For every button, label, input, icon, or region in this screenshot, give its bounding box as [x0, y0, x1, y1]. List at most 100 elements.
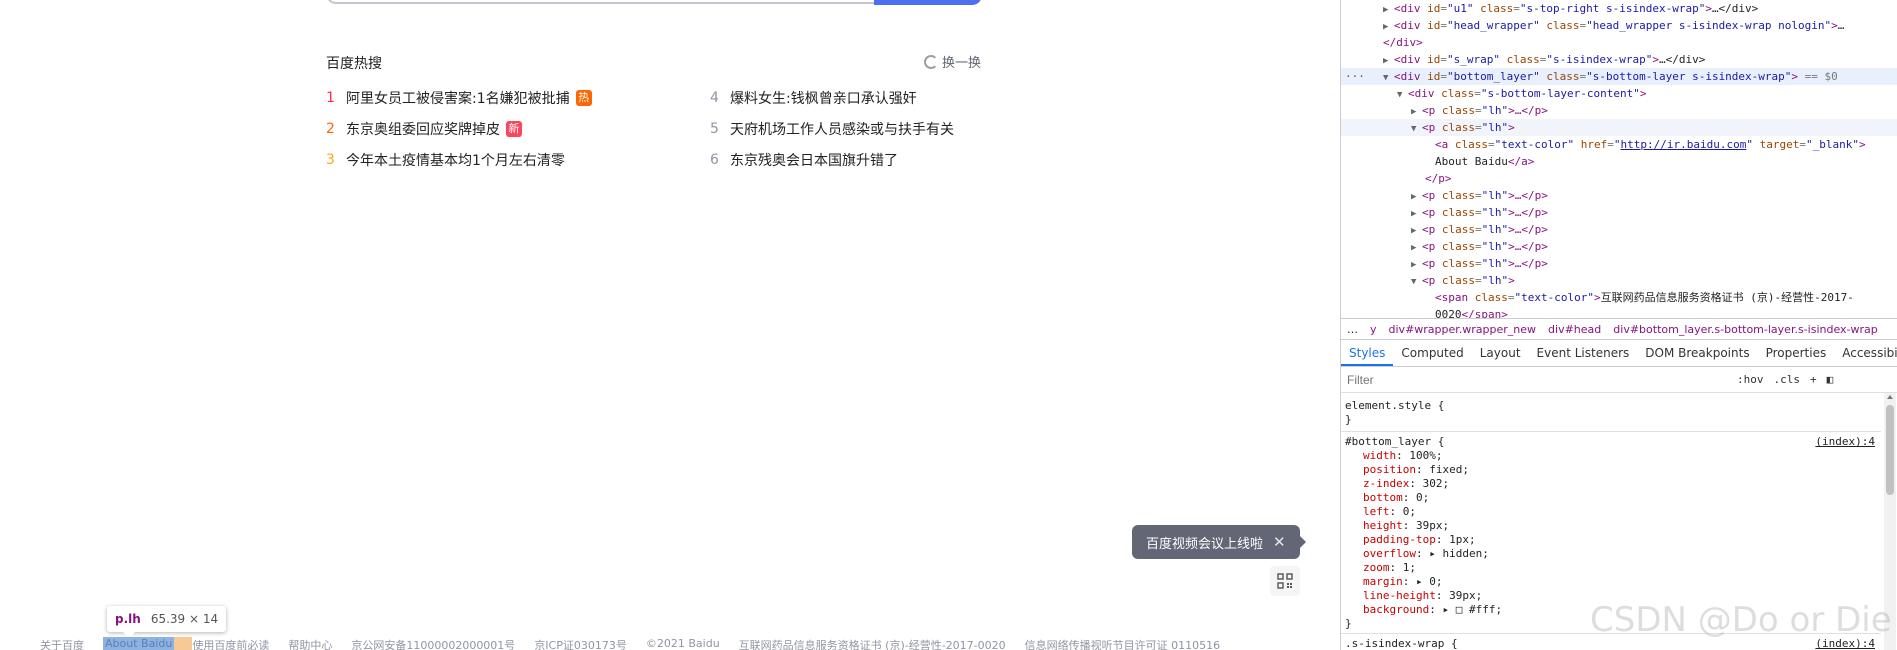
- search-button[interactable]: [874, 0, 982, 5]
- css-property[interactable]: bottom: 0;: [1363, 491, 1429, 505]
- devtools-panel: ▶ <div id="u1" class="s-top-right s-isind…: [1340, 0, 1897, 650]
- styles-pane: element.style { } #bottom_layer { (index…: [1341, 393, 1881, 650]
- sidebar-toggle-icon[interactable]: ◧: [1827, 373, 1834, 386]
- footer-link[interactable]: 帮助中心: [288, 637, 332, 650]
- dom-node[interactable]: <span class="text-color">互联网药品信息服务资格证书 (…: [1341, 289, 1897, 306]
- hot-item-index: 5: [710, 121, 719, 137]
- tab-computed[interactable]: Computed: [1393, 346, 1471, 366]
- footer-link[interactable]: 关于百度: [40, 637, 84, 650]
- tab-event-listeners[interactable]: Event Listeners: [1529, 346, 1638, 366]
- hot-item[interactable]: 4 爆料女生:钱枫曾亲口承认强奸: [710, 88, 917, 108]
- rule-source-link[interactable]: (index):4: [1815, 637, 1875, 650]
- dom-node[interactable]: ▶ <p class="lh">…</p>: [1341, 238, 1897, 255]
- tab-accessibility[interactable]: Accessibility: [1834, 346, 1897, 366]
- css-property[interactable]: height: 39px;: [1363, 519, 1449, 533]
- rule-source-link[interactable]: (index):4: [1815, 435, 1875, 448]
- dom-node[interactable]: <a class="text-color" href="http://ir.ba…: [1341, 136, 1897, 153]
- dom-node[interactable]: ▶ <div id="s_wrap" class="s-isindex-wrap"…: [1341, 51, 1897, 68]
- cls-toggle[interactable]: .cls: [1774, 373, 1801, 386]
- rule-close: }: [1345, 413, 1352, 426]
- dom-node[interactable]: ▶ <div id="u1" class="s-top-right s-isind…: [1341, 0, 1897, 17]
- rule-close: }: [1345, 617, 1352, 630]
- styles-filter-bar: :hov .cls + ◧: [1341, 367, 1897, 393]
- element-style-selector[interactable]: element.style {: [1345, 399, 1444, 413]
- dom-node[interactable]: ▶ <p class="lh">…</p>: [1341, 255, 1897, 272]
- scroll-thumb[interactable]: [1886, 405, 1894, 495]
- dom-node-selected[interactable]: ··· ▼ <div id="bottom_layer" class="s-bot…: [1341, 68, 1897, 85]
- baidu-page: 百度热搜 换一换 1 阿里女员工被侵害案:1名嫌犯被批捕 热 2 东京奥组委回应…: [0, 0, 1340, 650]
- new-rule-icon[interactable]: +: [1810, 373, 1817, 386]
- hot-item-index: 3: [326, 152, 335, 168]
- footer-link[interactable]: 京ICP证030173号: [534, 637, 627, 650]
- dom-node-close: </div>: [1383, 36, 1423, 49]
- hot-item[interactable]: 2 东京奥组委回应奖牌掉皮 新: [326, 119, 522, 139]
- dom-text: 0020</span>: [1435, 308, 1508, 318]
- footer-link[interactable]: 使用百度前必读: [192, 637, 269, 650]
- css-property[interactable]: width: 100%;: [1363, 449, 1443, 463]
- dom-node[interactable]: ▶ <div id="head_wrapper" class="head_wrap…: [1341, 17, 1897, 34]
- tab-layout[interactable]: Layout: [1472, 346, 1529, 366]
- breadcrumb-item[interactable]: div#head: [1542, 323, 1607, 336]
- hot-badge: 热: [575, 90, 592, 106]
- styles-filter-input[interactable]: [1347, 372, 1737, 387]
- hot-item-index: 2: [326, 121, 335, 137]
- dom-node[interactable]: ▶ <p class="lh">…</p>: [1341, 102, 1897, 119]
- styles-tabbar: Styles Computed Layout Event Listeners D…: [1341, 340, 1897, 367]
- footer-link[interactable]: 信息网络传播视听节目许可证 0110516: [1025, 637, 1221, 650]
- href-link[interactable]: http://ir.baidu.com: [1620, 138, 1746, 151]
- hot-item-text: 东京奥组委回应奖牌掉皮: [346, 122, 500, 138]
- hot-item-text: 天府机场工作人员感染或与扶手有关: [730, 122, 954, 138]
- tab-properties[interactable]: Properties: [1758, 346, 1835, 366]
- hot-item-text: 爆料女生:钱枫曾亲口承认强奸: [730, 91, 917, 107]
- css-property[interactable]: position: fixed;: [1363, 463, 1469, 477]
- dom-node[interactable]: ▼ <div class="s-bottom-layer-content">: [1341, 85, 1897, 102]
- css-property[interactable]: line-height: 39px;: [1363, 589, 1482, 603]
- footer-link-highlighted[interactable]: About Baidu: [103, 637, 175, 650]
- refresh-button[interactable]: 换一换: [924, 52, 981, 71]
- dom-node-close: </p>: [1425, 172, 1452, 185]
- hot-item-text: 今年本土疫情基本均1个月左右清零: [346, 153, 565, 169]
- dom-node[interactable]: ▶ <p class="lh">…</p>: [1341, 204, 1897, 221]
- elements-tree: ▶ <div id="u1" class="s-top-right s-isind…: [1341, 0, 1897, 318]
- hot-item-text: 东京残奥会日本国旗升错了: [730, 153, 898, 169]
- rule-selector[interactable]: #bottom_layer {: [1345, 435, 1444, 449]
- css-property[interactable]: padding-top: 1px;: [1363, 533, 1476, 547]
- css-property[interactable]: background: ▸ □ #fff;: [1363, 603, 1502, 617]
- qr-code-icon: [1277, 573, 1293, 589]
- hot-item[interactable]: 5 天府机场工作人员感染或与扶手有关: [710, 119, 954, 139]
- css-property[interactable]: margin: ▸ 0;: [1363, 575, 1443, 589]
- dom-node[interactable]: ▶ <p class="lh">…</p>: [1341, 221, 1897, 238]
- styles-scrollbar[interactable]: [1884, 393, 1896, 650]
- hot-item-index: 4: [710, 90, 719, 106]
- tab-styles[interactable]: Styles: [1341, 346, 1394, 366]
- qr-code-button[interactable]: [1270, 566, 1300, 596]
- hot-item[interactable]: 1 阿里女员工被侵害案:1名嫌犯被批捕 热: [326, 88, 592, 108]
- css-property[interactable]: zoom: 1;: [1363, 561, 1416, 575]
- footer-link[interactable]: 互联网药品信息服务资格证书 (京)-经营性-2017-0020: [739, 637, 1006, 650]
- hot-search-title: 百度热搜: [326, 56, 382, 72]
- breadcrumb-item[interactable]: y: [1364, 323, 1383, 336]
- scroll-up-icon[interactable]: [1887, 395, 1893, 399]
- breadcrumb-more[interactable]: …: [1341, 323, 1364, 336]
- hot-item-text: 阿里女员工被侵害案:1名嫌犯被批捕: [346, 91, 570, 107]
- tab-dom-breakpoints[interactable]: DOM Breakpoints: [1637, 346, 1757, 366]
- hot-item-index: 1: [326, 90, 335, 106]
- breadcrumb: … y div#wrapper.wrapper_new div#head div…: [1341, 318, 1897, 340]
- video-meeting-toast: 百度视频会议上线啦 ✕: [1132, 525, 1306, 559]
- dom-node[interactable]: ▼ <p class="lh">: [1341, 272, 1897, 289]
- hot-item[interactable]: 6 东京残奥会日本国旗升错了: [710, 150, 898, 170]
- dom-node[interactable]: ▶ <p class="lh">…</p>: [1341, 187, 1897, 204]
- rule-selector[interactable]: .s-isindex-wrap {: [1345, 637, 1458, 650]
- css-property[interactable]: left: 0;: [1363, 505, 1416, 519]
- toast-text: 百度视频会议上线啦: [1146, 536, 1264, 552]
- footer-link[interactable]: 京公网安备11000002000001号: [351, 637, 515, 650]
- close-icon[interactable]: ✕: [1273, 533, 1286, 551]
- hov-toggle[interactable]: :hov: [1737, 373, 1764, 386]
- css-property[interactable]: overflow: ▸ hidden;: [1363, 547, 1489, 561]
- hot-item[interactable]: 3 今年本土疫情基本均1个月左右清零: [326, 150, 565, 170]
- css-property[interactable]: z-index: 302;: [1363, 477, 1449, 491]
- breadcrumb-item[interactable]: div#wrapper.wrapper_new: [1383, 323, 1543, 336]
- inspect-tooltip: p.lh 65.39 × 14: [107, 606, 227, 638]
- breadcrumb-item[interactable]: div#bottom_layer.s-bottom-layer.s-isinde…: [1607, 323, 1883, 336]
- dom-node-hovered[interactable]: ▼ <p class="lh">: [1341, 119, 1897, 136]
